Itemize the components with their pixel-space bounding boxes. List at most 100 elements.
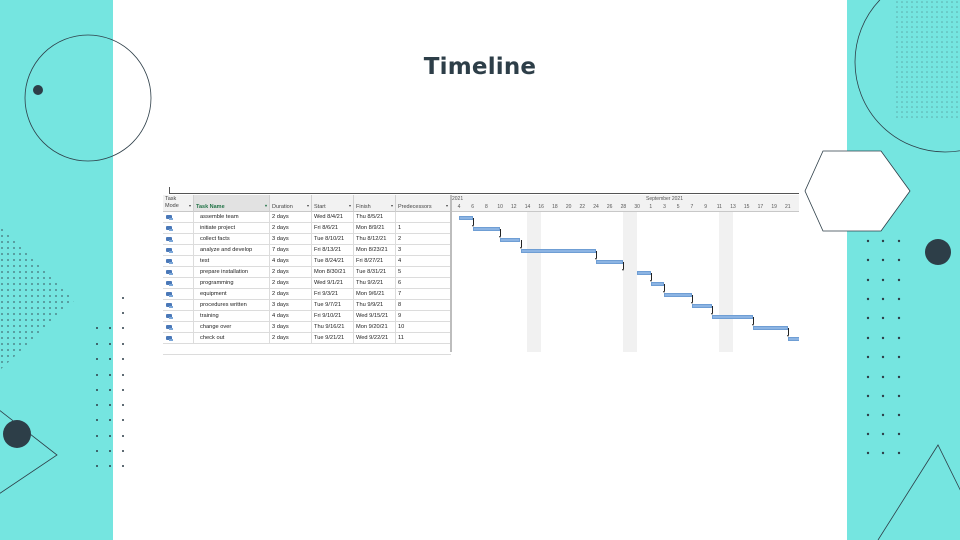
cell-duration[interactable]: 2 days: [270, 333, 312, 343]
task-bar[interactable]: [753, 325, 788, 330]
task-mode-cell[interactable]: [163, 223, 194, 233]
cell-predecessors[interactable]: 4: [396, 256, 451, 266]
col-header-duration[interactable]: Duration ▾: [270, 195, 312, 212]
cell-start[interactable]: Fri 8/13/21: [312, 245, 354, 255]
table-row[interactable]: prepare installation 2 days Mon 8/30/21 Tue…: [163, 267, 451, 278]
task-bar[interactable]: [787, 336, 799, 341]
table-row[interactable]: assemble team 2 days Wed 8/4/21 Thu 8/5/21: [163, 212, 451, 223]
cell-predecessors[interactable]: 10: [396, 322, 451, 332]
cell-predecessors[interactable]: 1: [396, 223, 451, 233]
cell-duration[interactable]: 3 days: [270, 300, 312, 310]
cell-duration[interactable]: 2 days: [270, 212, 312, 222]
dropdown-arrow-icon[interactable]: ▾: [307, 202, 309, 209]
cell-predecessors[interactable]: 3: [396, 245, 451, 255]
dropdown-arrow-icon[interactable]: ▾: [391, 202, 393, 209]
cell-finish[interactable]: Wed 9/22/21: [354, 333, 396, 343]
task-mode-cell[interactable]: [163, 311, 194, 321]
cell-finish[interactable]: Mon 9/20/21: [354, 322, 396, 332]
cell-predecessors[interactable]: 11: [396, 333, 451, 343]
cell-predecessors[interactable]: 2: [396, 234, 451, 244]
cell-start[interactable]: Thu 9/16/21: [312, 322, 354, 332]
task-mode-cell[interactable]: [163, 278, 194, 288]
task-bar[interactable]: [691, 303, 713, 308]
cell-duration[interactable]: 2 days: [270, 223, 312, 233]
cell-duration[interactable]: 2 days: [270, 267, 312, 277]
cell-finish[interactable]: Mon 8/9/21: [354, 223, 396, 233]
col-header-finish[interactable]: Finish ▾: [354, 195, 396, 212]
task-mode-cell[interactable]: [163, 300, 194, 310]
cell-name[interactable]: equipment: [194, 289, 270, 299]
cell-predecessors[interactable]: 5: [396, 267, 451, 277]
col-header-task-mode[interactable]: Task Mode ▾: [163, 195, 194, 212]
cell-name[interactable]: analyze and develop: [194, 245, 270, 255]
cell-start[interactable]: Wed 9/1/21: [312, 278, 354, 288]
task-bar[interactable]: [664, 292, 692, 297]
task-bar[interactable]: [595, 259, 624, 264]
cell-predecessors[interactable]: 7: [396, 289, 451, 299]
col-header-task-name[interactable]: Task Name ▾: [194, 195, 270, 212]
dropdown-arrow-icon[interactable]: ▾: [189, 202, 191, 209]
cell-finish[interactable]: Thu 8/12/21: [354, 234, 396, 244]
task-bar[interactable]: [650, 281, 665, 286]
col-header-start[interactable]: Start ▾: [312, 195, 354, 212]
cell-duration[interactable]: 2 days: [270, 289, 312, 299]
task-mode-cell[interactable]: [163, 267, 194, 277]
cell-start[interactable]: Wed 8/4/21: [312, 212, 354, 222]
task-mode-cell[interactable]: [163, 212, 194, 222]
cell-name[interactable]: check out: [194, 333, 270, 343]
cell-duration[interactable]: 3 days: [270, 234, 312, 244]
table-row[interactable]: procedures written 3 days Tue 9/7/21 Thu 9/…: [163, 300, 451, 311]
task-bar[interactable]: [712, 314, 754, 319]
cell-finish[interactable]: Wed 9/15/21: [354, 311, 396, 321]
cell-name[interactable]: training: [194, 311, 270, 321]
task-bar[interactable]: [472, 226, 500, 231]
cell-name[interactable]: assemble team: [194, 212, 270, 222]
table-row[interactable]: equipment 2 days Fri 9/3/21 Mon 9/6/21 7: [163, 289, 451, 300]
task-mode-cell[interactable]: [163, 322, 194, 332]
cell-name[interactable]: procedures written: [194, 300, 270, 310]
cell-name[interactable]: collect facts: [194, 234, 270, 244]
cell-finish[interactable]: Tue 8/31/21: [354, 267, 396, 277]
dropdown-arrow-icon[interactable]: ▾: [265, 202, 267, 209]
task-mode-cell[interactable]: [163, 256, 194, 266]
cell-finish[interactable]: Fri 8/27/21: [354, 256, 396, 266]
cell-start[interactable]: Fri 9/3/21: [312, 289, 354, 299]
cell-finish[interactable]: Thu 9/2/21: [354, 278, 396, 288]
dropdown-arrow-icon[interactable]: ▾: [349, 202, 351, 209]
table-row[interactable]: programming 2 days Wed 9/1/21 Thu 9/2/21 6: [163, 278, 451, 289]
cell-finish[interactable]: Thu 9/9/21: [354, 300, 396, 310]
cell-start[interactable]: Tue 8/24/21: [312, 256, 354, 266]
task-mode-cell[interactable]: [163, 289, 194, 299]
dropdown-arrow-icon[interactable]: ▾: [446, 202, 448, 209]
cell-name[interactable]: initiate project: [194, 223, 270, 233]
cell-start[interactable]: Fri 9/10/21: [312, 311, 354, 321]
table-row-empty[interactable]: [163, 344, 451, 355]
table-row[interactable]: initiate project 2 days Fri 8/6/21 Mon 8/9/…: [163, 223, 451, 234]
table-row[interactable]: check out 2 days Tue 9/21/21 Wed 9/22/21 11: [163, 333, 451, 344]
col-header-predecessors[interactable]: Predecessors ▾: [396, 195, 451, 212]
cell-finish[interactable]: Mon 9/6/21: [354, 289, 396, 299]
task-bar[interactable]: [499, 237, 521, 242]
cell-finish[interactable]: Mon 8/23/21: [354, 245, 396, 255]
table-row[interactable]: change over 3 days Thu 9/16/21 Mon 9/20/21 1…: [163, 322, 451, 333]
cell-start[interactable]: Tue 9/7/21: [312, 300, 354, 310]
cell-name[interactable]: change over: [194, 322, 270, 332]
cell-duration[interactable]: 4 days: [270, 311, 312, 321]
task-bar[interactable]: [520, 248, 596, 253]
cell-name[interactable]: test: [194, 256, 270, 266]
cell-start[interactable]: Tue 8/10/21: [312, 234, 354, 244]
table-row[interactable]: training 4 days Fri 9/10/21 Wed 9/15/21 9: [163, 311, 451, 322]
cell-start[interactable]: Tue 9/21/21: [312, 333, 354, 343]
task-bar[interactable]: [458, 215, 473, 220]
cell-start[interactable]: Mon 8/30/21: [312, 267, 354, 277]
cell-duration[interactable]: 3 days: [270, 322, 312, 332]
table-row[interactable]: collect facts 3 days Tue 8/10/21 Thu 8/12/2…: [163, 234, 451, 245]
cell-name[interactable]: prepare installation: [194, 267, 270, 277]
task-mode-cell[interactable]: [163, 234, 194, 244]
cell-start[interactable]: Fri 8/6/21: [312, 223, 354, 233]
table-row[interactable]: test 4 days Tue 8/24/21 Fri 8/27/21 4: [163, 256, 451, 267]
cell-finish[interactable]: Thu 8/5/21: [354, 212, 396, 222]
cell-predecessors[interactable]: [396, 212, 451, 222]
cell-predecessors[interactable]: 9: [396, 311, 451, 321]
cell-duration[interactable]: 4 days: [270, 256, 312, 266]
